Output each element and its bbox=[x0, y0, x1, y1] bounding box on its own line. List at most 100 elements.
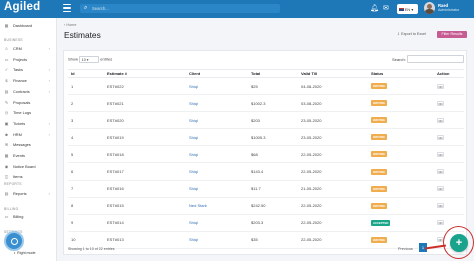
add-estimate-button[interactable]: + bbox=[450, 234, 468, 252]
box-icon: ◫ bbox=[4, 174, 9, 180]
filter-results-button[interactable]: Filter Results bbox=[437, 31, 467, 38]
cell-total: $11.7 bbox=[248, 180, 298, 198]
sidebar-item-events[interactable]: ▦ Events bbox=[4, 153, 54, 159]
sidebar-item-messages[interactable]: ✉ Messages bbox=[4, 142, 54, 148]
chevron-right-icon: › bbox=[48, 78, 50, 84]
cell-client[interactable]: Shiqi bbox=[186, 214, 248, 232]
row-action-menu-button[interactable]: ••• bbox=[437, 203, 444, 209]
hamburger-menu-icon[interactable] bbox=[63, 4, 71, 13]
cell-client[interactable]: Shiqi bbox=[186, 180, 248, 198]
cell-id: 7 bbox=[68, 180, 104, 198]
chat-icon bbox=[11, 238, 18, 245]
sidebar-item-finance[interactable]: $ Finance › bbox=[4, 78, 54, 84]
cell-client[interactable]: Shiqi bbox=[186, 162, 248, 181]
row-action-menu-button[interactable]: ••• bbox=[437, 117, 444, 123]
cell-client[interactable]: Shiqi bbox=[186, 94, 248, 113]
chevron-right-icon: › bbox=[48, 120, 50, 126]
table-row: 10 EST#013 Shiqi $35 22-05-2020 WAITING ••• bbox=[68, 231, 464, 249]
cell-action: ••• bbox=[434, 145, 464, 164]
row-action-menu-button[interactable]: ••• bbox=[437, 220, 444, 226]
page-length-select[interactable]: 10 ▾ bbox=[79, 56, 100, 63]
column-header-action[interactable]: Action bbox=[434, 69, 464, 78]
sidebar-item-dashboard[interactable]: ▦ Dashboard bbox=[4, 23, 54, 29]
sidebar-item-notice-board[interactable]: ◉ Notice Board bbox=[4, 164, 54, 170]
message-icon[interactable]: ✉︎ bbox=[383, 4, 389, 12]
cell-total: $35 bbox=[248, 231, 298, 249]
right-mode-label: Right mode bbox=[17, 251, 36, 255]
cell-client[interactable]: Shiqi bbox=[186, 145, 248, 164]
sidebar-item-crm[interactable]: ☺ CRM › bbox=[4, 46, 54, 52]
toggle-icon: ◐ bbox=[14, 251, 17, 255]
sidebar-item-label: Time Logs bbox=[13, 110, 32, 116]
cell-status: WAITING bbox=[368, 180, 434, 198]
sidebar-item-label: Items bbox=[13, 174, 23, 180]
entries-label: entries bbox=[100, 56, 113, 62]
chevron-right-icon: › bbox=[48, 191, 50, 196]
table-row: 1 EST#022 Shiqi $25 04-08-2020 WAITING ••• bbox=[68, 77, 464, 96]
sidebar-item-label: Events bbox=[13, 153, 25, 158]
table-search-input[interactable] bbox=[407, 55, 464, 63]
sidebar-item-hrm[interactable]: ☻ HRM › bbox=[4, 132, 54, 138]
breadcrumb-home[interactable]: Home bbox=[66, 23, 76, 27]
row-action-menu-button[interactable]: ••• bbox=[437, 151, 444, 157]
cell-client[interactable]: Ned Stark bbox=[186, 197, 248, 215]
cell-client[interactable]: Shiqi bbox=[186, 77, 248, 96]
sidebar-item-proposals[interactable]: ✎ Proposals bbox=[4, 100, 54, 106]
chevron-down-icon: ▾ bbox=[411, 6, 414, 12]
status-badge: WAITING bbox=[371, 202, 387, 209]
cell-id: 4 bbox=[68, 128, 104, 147]
bell-icon[interactable]: 🔔︎ bbox=[370, 4, 379, 12]
breadcrumb[interactable]: ‹ Home bbox=[64, 23, 76, 27]
table-header-row: Id Estimate # Client Total Valid Till Status A… bbox=[68, 69, 464, 78]
cell-status: WAITING bbox=[368, 145, 434, 164]
status-badge: WAITING bbox=[371, 185, 387, 192]
column-header-client[interactable]: Client bbox=[186, 69, 248, 78]
row-action-menu-button[interactable]: ••• bbox=[437, 186, 444, 192]
column-header-status[interactable]: Status bbox=[368, 69, 434, 78]
status-badge: WAITING bbox=[371, 117, 387, 124]
column-header-total[interactable]: Total bbox=[248, 69, 298, 78]
sidebar-item-label: Finance bbox=[13, 78, 27, 84]
sidebar-item-items[interactable]: ◫ Items bbox=[4, 174, 54, 180]
sidebar-item-billing[interactable]: ▭ Billing bbox=[4, 214, 54, 220]
sidebar-item-tasks[interactable]: ✓ Tasks › bbox=[4, 67, 54, 73]
column-header-estimate[interactable]: Estimate # bbox=[104, 69, 186, 78]
sidebar-item-label: Reports bbox=[13, 191, 27, 196]
cell-client[interactable]: Shiqi bbox=[186, 111, 248, 130]
avatar[interactable] bbox=[424, 2, 435, 14]
calendar-icon: ▦ bbox=[4, 153, 9, 158]
sidebar-item-contracts[interactable]: ▤ Contracts › bbox=[4, 89, 54, 95]
chat-widget-button[interactable] bbox=[4, 231, 24, 251]
sidebar-item-label: Notice Board bbox=[13, 163, 36, 169]
cell-estimate: EST#013 bbox=[104, 231, 186, 249]
right-mode-toggle[interactable]: ◐ Right mode bbox=[14, 251, 36, 255]
language-selector[interactable]: EN ▾ bbox=[397, 4, 418, 14]
sidebar-item-reports[interactable]: ▤ Reports › bbox=[4, 191, 54, 197]
cell-status: WAITING bbox=[368, 111, 434, 130]
sidebar-item-projects[interactable]: ▭ Projects bbox=[4, 57, 54, 63]
cell-action: ••• bbox=[434, 197, 464, 215]
cell-status: WAITING bbox=[368, 128, 434, 147]
row-action-menu-button[interactable]: ••• bbox=[437, 134, 444, 140]
cell-client[interactable]: Shiqi bbox=[186, 128, 248, 147]
row-action-menu-button[interactable]: ••• bbox=[437, 100, 444, 106]
global-search-input[interactable]: ⌕ Search... bbox=[80, 4, 280, 13]
pagination-previous[interactable]: Previous bbox=[398, 247, 413, 251]
cell-client[interactable]: Shiqi bbox=[186, 231, 248, 249]
row-action-menu-button[interactable]: ••• bbox=[437, 83, 444, 89]
export-excel-button[interactable]: ⇩ Export to Excel bbox=[397, 32, 426, 36]
column-header-valid-till[interactable]: Valid Till bbox=[298, 69, 368, 78]
cell-estimate: EST#022 bbox=[104, 77, 186, 96]
row-action-menu-button[interactable]: ••• bbox=[437, 169, 444, 175]
column-header-id[interactable]: Id bbox=[68, 69, 104, 78]
app-logo[interactable]: Agiled bbox=[4, 1, 40, 13]
sidebar-item-tickets[interactable]: ▣ Tickets › bbox=[4, 121, 54, 127]
cell-status: WAITING bbox=[368, 94, 434, 113]
table-row: 8 EST#015 Ned Stark $242.50 22-05-2020 WAITIN… bbox=[68, 197, 464, 215]
cell-estimate: EST#016 bbox=[104, 180, 186, 198]
sidebar-item-label: Contracts bbox=[13, 88, 30, 94]
language-label: EN bbox=[404, 6, 411, 12]
check-icon: ✓ bbox=[4, 67, 9, 73]
cell-status: WAITING bbox=[368, 162, 434, 181]
sidebar-item-time-logs[interactable]: ◷ Time Logs bbox=[4, 110, 54, 116]
